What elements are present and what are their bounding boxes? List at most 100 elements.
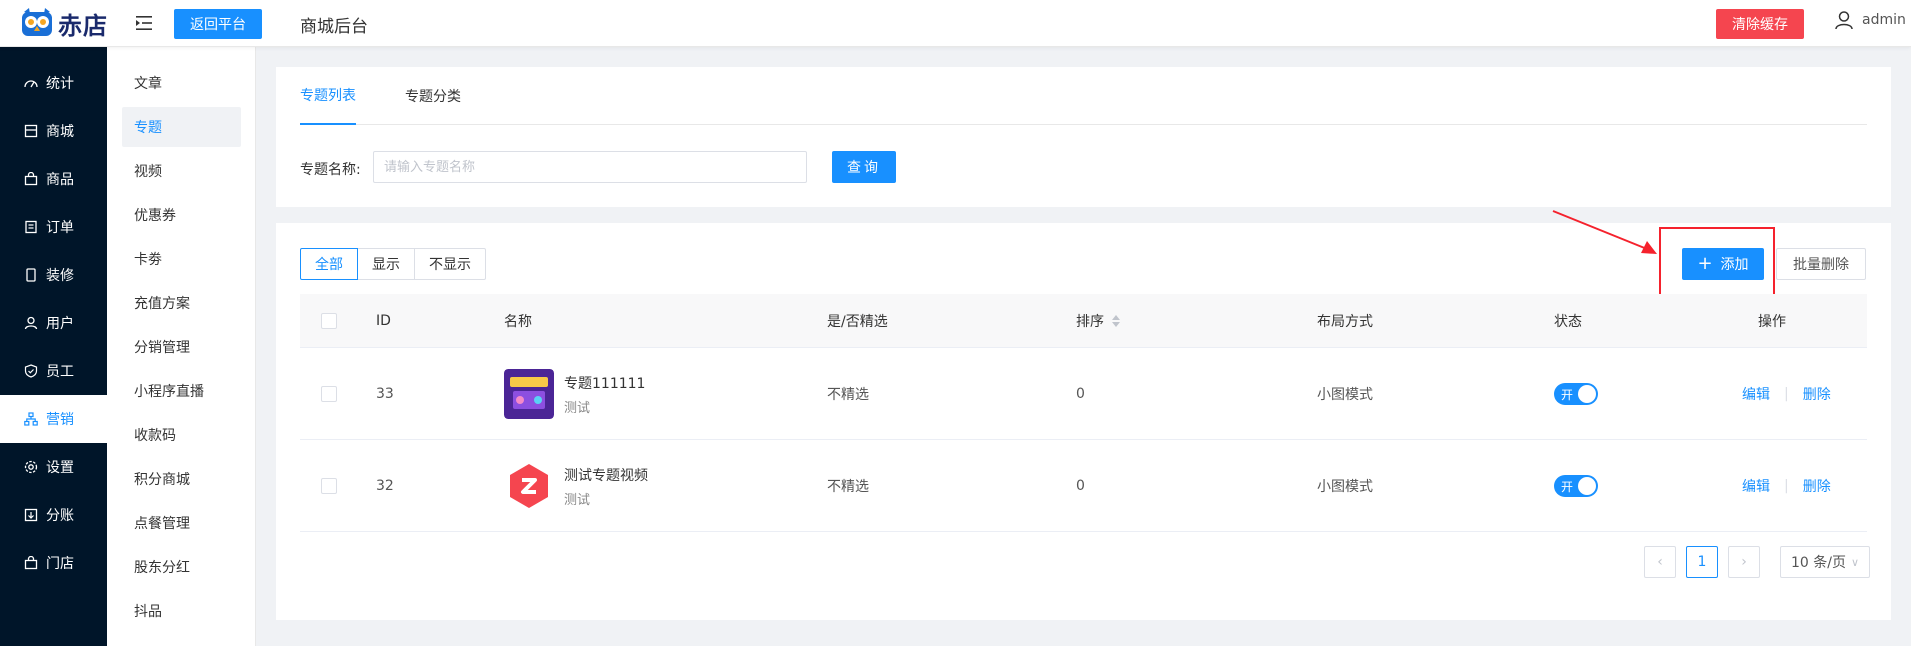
order-icon — [24, 220, 38, 234]
sidebar-item-label: 员工 — [46, 364, 74, 380]
user-icon — [24, 316, 38, 330]
submenu-item-topic[interactable]: 专题 — [122, 107, 241, 147]
page-size-select[interactable]: 10 条/页 ∨ — [1780, 546, 1870, 578]
delete-link[interactable]: 删除 — [1803, 384, 1831, 404]
submenu-item-dividend[interactable]: 股东分红 — [122, 547, 241, 587]
action-divider: | — [1784, 386, 1789, 402]
topic-thumbnail-image — [504, 461, 554, 511]
sidebar-item-goods[interactable]: 商品 — [0, 155, 107, 203]
filter-visible-button[interactable]: 显示 — [357, 248, 415, 280]
row-id: 32 — [376, 478, 394, 494]
submenu-item-card[interactable]: 卡劵 — [122, 239, 241, 279]
topic-thumbnail-image — [504, 369, 554, 419]
logo[interactable]: 赤店 — [20, 6, 108, 40]
sidebar-item-label: 设置 — [46, 460, 74, 476]
submenu-item-ordering[interactable]: 点餐管理 — [122, 503, 241, 543]
menu-collapse-icon[interactable] — [134, 13, 154, 33]
row-actions-cell: 编辑 | 删除 — [1742, 440, 1831, 532]
sidebar-item-label: 商城 — [46, 124, 74, 140]
page-size-label: 10 条/页 — [1791, 555, 1846, 571]
sidebar-item-label: 订单 — [46, 220, 74, 236]
row-subtitle: 测试 — [564, 400, 591, 416]
sidebar-item-stores[interactable]: 门店 — [0, 539, 107, 587]
status-toggle[interactable]: 开 — [1554, 475, 1598, 497]
page-number-button[interactable]: 1 — [1686, 546, 1718, 578]
sort-header-label: 排序 — [1076, 314, 1104, 330]
submenu-item-article[interactable]: 文章 — [122, 63, 241, 103]
prev-page-button[interactable]: ‹ — [1644, 546, 1676, 578]
tab-topic-list[interactable]: 专题列表 — [300, 67, 356, 125]
add-topic-button[interactable]: + 添加 — [1682, 248, 1764, 280]
submenu-item-distribution[interactable]: 分销管理 — [122, 327, 241, 367]
sidebar-item-marketing[interactable]: 营销 — [0, 395, 107, 443]
sidebar-item-label: 分账 — [46, 508, 74, 524]
submenu-item-payment-code[interactable]: 收款码 — [122, 415, 241, 455]
sort-caret-icon[interactable] — [1112, 315, 1120, 327]
row-featured: 不精选 — [827, 479, 869, 495]
column-header-featured: 是/否精选 — [827, 314, 888, 330]
filter-hidden-button[interactable]: 不显示 — [414, 248, 486, 280]
store-icon — [24, 124, 38, 138]
column-header-sort[interactable]: 排序 — [1076, 294, 1120, 348]
topic-name-search-input[interactable] — [373, 151, 807, 183]
submenu-item-coupon[interactable]: 优惠券 — [122, 195, 241, 235]
submenu-item-video[interactable]: 视频 — [122, 151, 241, 191]
clear-cache-button[interactable]: 清除缓存 — [1716, 9, 1804, 39]
sidebar-item-split[interactable]: 分账 — [0, 491, 107, 539]
toggle-knob — [1578, 477, 1596, 495]
split-icon — [24, 508, 38, 522]
red-arrow-annotation — [1552, 210, 1657, 254]
shop-icon — [24, 556, 38, 570]
submenu-item-douyin[interactable]: 抖品 — [122, 591, 241, 631]
status-toggle[interactable]: 开 — [1554, 383, 1598, 405]
user-icon — [1835, 11, 1853, 30]
user-menu[interactable]: admin — [1834, 10, 1906, 30]
row-name-block: 测试专题视频 测试 — [564, 465, 648, 508]
sidebar-item-users[interactable]: 用户 — [0, 299, 107, 347]
sidebar-item-label: 用户 — [46, 316, 74, 332]
column-header-status: 状态 — [1554, 314, 1582, 330]
add-button-label: 添加 — [1720, 257, 1749, 273]
sidebar-item-stats[interactable]: 统计 — [0, 59, 107, 107]
sitemap-icon — [24, 412, 38, 426]
row-sort: 0 — [1076, 478, 1085, 494]
select-all-checkbox[interactable] — [321, 313, 337, 329]
row-actions-cell: 编辑 | 删除 — [1742, 348, 1831, 440]
row-status-cell: 开 — [1554, 348, 1598, 440]
delete-link[interactable]: 删除 — [1803, 476, 1831, 496]
filter-all-button[interactable]: 全部 — [300, 248, 358, 280]
primary-sidebar: 统计 商城 商品 订单 装修 用户 员工 营销 设置 分账 门店 — [0, 47, 107, 646]
column-header-id: ID — [376, 313, 391, 329]
sidebar-item-decorate[interactable]: 装修 — [0, 251, 107, 299]
top-header: 赤店 返回平台 商城后台 清除缓存 admin — [0, 0, 1911, 47]
submenu-item-points-mall[interactable]: 积分商城 — [122, 459, 241, 499]
shield-icon — [24, 364, 38, 378]
gear-icon — [24, 460, 38, 474]
sidebar-item-mall[interactable]: 商城 — [0, 107, 107, 155]
sidebar-item-settings[interactable]: 设置 — [0, 443, 107, 491]
sidebar-item-orders[interactable]: 订单 — [0, 203, 107, 251]
chevron-down-icon: ∨ — [1850, 555, 1859, 569]
row-checkbox[interactable] — [321, 386, 337, 402]
row-layout: 小图模式 — [1317, 387, 1373, 403]
next-page-button[interactable]: › — [1728, 546, 1760, 578]
page-heading: 商城后台 — [300, 17, 368, 37]
tab-topic-category[interactable]: 专题分类 — [405, 67, 461, 125]
batch-delete-button[interactable]: 批量删除 — [1776, 248, 1866, 280]
edit-link[interactable]: 编辑 — [1742, 476, 1770, 496]
select-all-column — [321, 294, 337, 348]
row-id: 33 — [376, 386, 394, 402]
query-button[interactable]: 查询 — [832, 151, 896, 183]
submenu-item-live[interactable]: 小程序直播 — [122, 371, 241, 411]
sidebar-item-staff[interactable]: 员工 — [0, 347, 107, 395]
submenu-item-recharge[interactable]: 充值方案 — [122, 283, 241, 323]
row-checkbox[interactable] — [321, 478, 337, 494]
pagination: ‹ 1 › 10 条/页 ∨ — [1644, 546, 1870, 578]
edit-link[interactable]: 编辑 — [1742, 384, 1770, 404]
row-title: 专题111111 — [564, 375, 646, 392]
back-to-platform-button[interactable]: 返回平台 — [174, 9, 262, 39]
toggle-label: 开 — [1561, 388, 1574, 402]
row-select-cell — [321, 348, 337, 440]
dashboard-icon — [24, 76, 38, 90]
table-row: 33 专题111111 测试 不精选 0 小图模式 开 编辑 | 删除 — [300, 348, 1867, 440]
